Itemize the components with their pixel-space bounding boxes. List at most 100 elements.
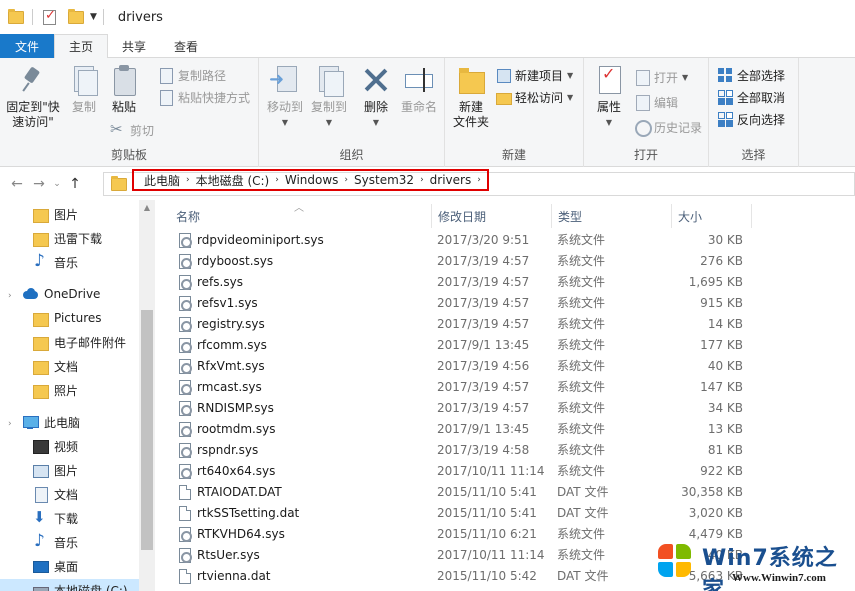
- scroll-up-arrow-icon[interactable]: ▲: [139, 200, 155, 216]
- tab-view[interactable]: 查看: [160, 34, 212, 58]
- properties-button[interactable]: 属性 ▼: [592, 64, 626, 130]
- copy-path-icon: [158, 67, 174, 84]
- file-size: 30,358 KB: [681, 485, 743, 499]
- tab-home[interactable]: 主页: [54, 34, 109, 59]
- file-type: 系统文件: [557, 296, 606, 310]
- ribbon-tabs: 文件 主页 共享 查看: [0, 34, 855, 59]
- scroll-thumb[interactable]: [141, 310, 153, 550]
- cut-button[interactable]: 剪切: [110, 120, 154, 140]
- table-row[interactable]: refs.sys 2017/3/19 4:57 系统文件 1,695 KB: [155, 272, 855, 293]
- sidebar-item-label: 本地磁盘 (C:): [54, 583, 128, 591]
- breadcrumb-drivers[interactable]: drivers: [424, 173, 478, 187]
- forward-arrow-icon[interactable]: →: [28, 176, 50, 192]
- new-folder-quick-icon[interactable]: [68, 8, 84, 24]
- table-row[interactable]: RfxVmt.sys 2017/3/19 4:56 系统文件 40 KB: [155, 356, 855, 377]
- sidebar-item-music[interactable]: 音乐: [32, 251, 78, 273]
- file-type: 系统文件: [557, 422, 606, 436]
- sidebar-item-pictures-onedrive[interactable]: Pictures: [32, 307, 102, 329]
- file-type: DAT 文件: [557, 506, 609, 520]
- sidebar-item-downloads[interactable]: 下载: [32, 507, 78, 529]
- breadcrumb-chevron-right-icon[interactable]: ›: [477, 175, 481, 185]
- system-file-icon: [179, 233, 192, 248]
- column-header-name[interactable]: 名称: [170, 204, 432, 228]
- system-file-icon: [179, 422, 192, 437]
- sidebar-item-documents-onedrive[interactable]: 文档: [32, 355, 78, 377]
- sidebar-item-onedrive[interactable]: OneDrive: [22, 283, 100, 305]
- table-row[interactable]: rootmdm.sys 2017/9/1 13:45 系统文件 13 KB: [155, 419, 855, 440]
- table-row[interactable]: registry.sys 2017/3/19 4:57 系统文件 14 KB: [155, 314, 855, 335]
- properties-quick-icon[interactable]: [43, 8, 56, 25]
- move-to-button[interactable]: 移动到 ▼: [263, 64, 307, 130]
- back-arrow-icon[interactable]: ←: [6, 176, 28, 192]
- breadcrumb-windows[interactable]: Windows: [279, 173, 345, 187]
- sidebar-item-pictures-pc[interactable]: 图片: [32, 459, 78, 481]
- customize-toolbar-chevron-down-icon[interactable]: ▼: [90, 12, 97, 22]
- pin-icon: [17, 64, 49, 96]
- table-row[interactable]: rspndr.sys 2017/3/19 4:58 系统文件 81 KB: [155, 440, 855, 461]
- column-header-size[interactable]: 大小: [672, 204, 752, 228]
- sidebar-item-desktop[interactable]: 桌面: [32, 555, 78, 577]
- copy-to-button[interactable]: 复制到 ▼: [307, 64, 351, 130]
- select-all-button[interactable]: 全部选择: [717, 65, 785, 85]
- new-folder-button[interactable]: 新建 文件夹: [451, 64, 491, 130]
- up-arrow-icon[interactable]: ↑: [64, 176, 86, 192]
- sidebar-item-local-disk[interactable]: 本地磁盘 (C:): [0, 579, 139, 591]
- tab-share[interactable]: 共享: [108, 34, 160, 58]
- sidebar-item-label: 文档: [54, 359, 79, 374]
- open-button[interactable]: 打开 ▼: [634, 67, 688, 87]
- system-file-icon: [179, 380, 192, 395]
- column-header-type[interactable]: 类型: [552, 204, 672, 228]
- sidebar-item-music-pc[interactable]: 音乐: [32, 531, 78, 553]
- easy-access-button[interactable]: 轻松访问 ▼: [495, 87, 573, 107]
- file-type: 系统文件: [557, 359, 606, 373]
- table-row[interactable]: RNDISMP.sys 2017/3/19 4:57 系统文件 34 KB: [155, 398, 855, 419]
- invert-selection-button[interactable]: 反向选择: [717, 109, 785, 129]
- paste-shortcut-button[interactable]: 粘贴快捷方式: [158, 87, 250, 107]
- sidebar-item-photos[interactable]: 照片: [32, 379, 78, 401]
- copy-path-button[interactable]: 复制路径: [158, 65, 226, 85]
- edit-button[interactable]: 编辑: [634, 92, 678, 112]
- table-row[interactable]: rfcomm.sys 2017/9/1 13:45 系统文件 177 KB: [155, 335, 855, 356]
- system-file-icon: [179, 401, 192, 416]
- sidebar-item-label: 视频: [54, 439, 79, 454]
- sidebar-item-email-attachments[interactable]: 电子邮件附件: [32, 331, 126, 353]
- breadcrumb-system32[interactable]: System32: [348, 173, 420, 187]
- paste-button[interactable]: 粘贴: [106, 64, 142, 115]
- table-row[interactable]: rmcast.sys 2017/3/19 4:57 系统文件 147 KB: [155, 377, 855, 398]
- table-row[interactable]: rdyboost.sys 2017/3/19 4:57 系统文件 276 KB: [155, 251, 855, 272]
- history-label: 历史记录: [654, 120, 703, 135]
- recent-locations-chevron-down-icon[interactable]: ⌄: [50, 179, 64, 189]
- expand-chevron-right-icon[interactable]: ›: [8, 419, 12, 429]
- history-button[interactable]: 历史记录: [634, 117, 702, 137]
- tab-file[interactable]: 文件: [0, 34, 55, 58]
- sidebar-scrollbar[interactable]: ▲: [139, 200, 155, 591]
- table-row[interactable]: rtkSSTsetting.dat 2015/11/10 5:41 DAT 文件 3,…: [155, 503, 855, 524]
- table-row[interactable]: refsv1.sys 2017/3/19 4:57 系统文件 915 KB: [155, 293, 855, 314]
- sidebar-item-pictures[interactable]: 图片: [32, 203, 78, 225]
- new-item-button[interactable]: 新建项目 ▼: [495, 65, 573, 85]
- rename-button[interactable]: 重命名: [397, 64, 441, 115]
- sidebar-item-this-pc[interactable]: 此电脑: [22, 411, 80, 433]
- sidebar-item-documents[interactable]: 文档: [32, 483, 78, 505]
- picture-icon: [32, 462, 49, 478]
- pin-quick-access-button[interactable]: 固定到"快 速访问": [4, 64, 62, 130]
- table-row[interactable]: rt640x64.sys 2017/10/11 11:14 系统文件 922 KB: [155, 461, 855, 482]
- copy-button[interactable]: 复制: [66, 64, 102, 115]
- select-none-icon: [717, 89, 733, 105]
- select-none-button[interactable]: 全部取消: [717, 87, 785, 107]
- sidebar-item-xunlei-downloads[interactable]: 迅雷下载: [32, 227, 102, 249]
- sidebar-item-videos[interactable]: 视频: [32, 435, 78, 457]
- file-type: 系统文件: [557, 464, 606, 478]
- file-date: 2017/9/1 13:45: [437, 338, 530, 352]
- breadcrumb-this-pc[interactable]: 此电脑: [138, 172, 186, 189]
- expand-chevron-right-icon[interactable]: ›: [8, 291, 12, 301]
- delete-button[interactable]: 删除 ▼: [359, 64, 393, 130]
- file-size: 147 KB: [700, 380, 743, 394]
- column-header-date[interactable]: 修改日期: [432, 204, 552, 228]
- table-row[interactable]: RTAIODAT.DAT 2015/11/10 5:41 DAT 文件 30,358 …: [155, 482, 855, 503]
- breadcrumb-local-disk[interactable]: 本地磁盘 (C:): [190, 172, 276, 189]
- file-size: 30 KB: [707, 233, 743, 247]
- sidebar-item-label: OneDrive: [44, 287, 101, 301]
- file-type: 系统文件: [557, 233, 606, 247]
- table-row[interactable]: rdpvideominiport.sys 2017/3/20 9:51 系统文件 30…: [155, 230, 855, 251]
